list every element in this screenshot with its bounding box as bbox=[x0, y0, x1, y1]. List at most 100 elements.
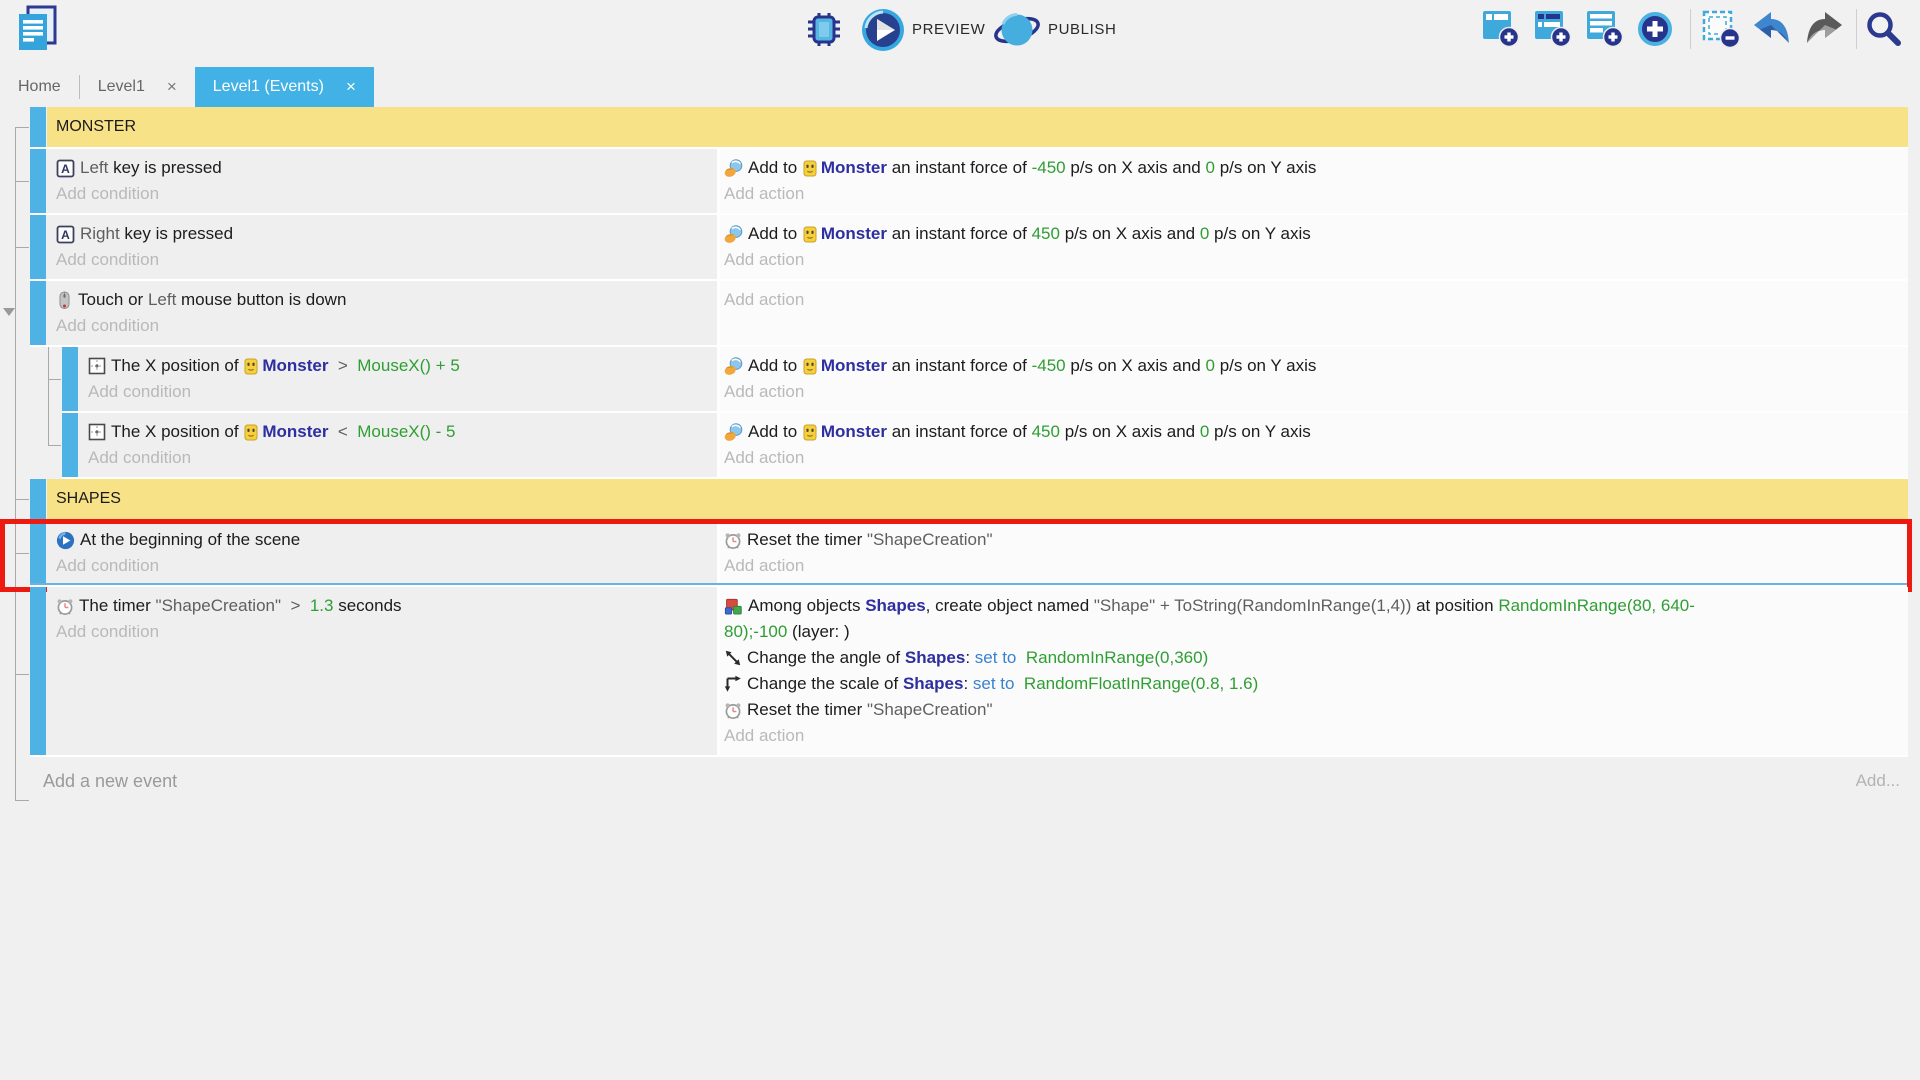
conditions-cell[interactable]: The X position of Monster > MouseX() + 5… bbox=[79, 347, 717, 411]
tab-home[interactable]: Home bbox=[0, 67, 79, 107]
collapse-triangle-icon[interactable] bbox=[3, 308, 15, 316]
add-action-button[interactable]: Add action bbox=[724, 247, 1900, 273]
placeholder-label: Add condition bbox=[56, 556, 159, 576]
add-condition-button[interactable]: Add condition bbox=[88, 379, 709, 405]
add-other-button[interactable] bbox=[1636, 10, 1674, 51]
text-segment: Right bbox=[80, 224, 120, 244]
add-action-button[interactable]: Add action bbox=[724, 287, 1900, 313]
debugger-button[interactable] bbox=[806, 11, 842, 50]
add-action-button[interactable]: Add action bbox=[724, 553, 1900, 579]
conditions-cell[interactable]: ARight key is pressedAdd condition bbox=[47, 215, 717, 279]
event-row[interactable]: ARight key is pressedAdd condition Add to… bbox=[30, 215, 1908, 281]
add-condition-button[interactable]: Add condition bbox=[56, 181, 709, 207]
text-segment: "ShapeCreation" bbox=[156, 596, 281, 616]
action-line[interactable]: Change the angle of Shapes: set to Rando… bbox=[724, 645, 1900, 671]
actions-cell[interactable]: Reset the timer "ShapeCreation"Add actio… bbox=[717, 521, 1908, 585]
monster-object-icon bbox=[803, 160, 817, 177]
add-event-icon bbox=[1482, 36, 1520, 51]
add-comment-icon bbox=[1586, 36, 1624, 51]
text-segment: an instant force of bbox=[887, 356, 1032, 376]
condition-line[interactable]: The X position of Monster < MouseX() - 5 bbox=[88, 419, 709, 445]
close-icon[interactable]: × bbox=[167, 77, 177, 97]
action-line[interactable]: Among objects Shapes, create object name… bbox=[724, 593, 1900, 619]
text-segment: > bbox=[281, 596, 310, 616]
action-line[interactable]: Add to Monster an instant force of -450 … bbox=[724, 353, 1900, 379]
condition-line[interactable]: The X position of Monster > MouseX() + 5 bbox=[88, 353, 709, 379]
event-row[interactable]: The X position of Monster < MouseX() - 5… bbox=[62, 413, 1908, 479]
actions-cell[interactable]: Add to Monster an instant force of 450 p… bbox=[717, 215, 1908, 279]
delete-selection-button[interactable] bbox=[1702, 10, 1740, 51]
text-segment: Monster bbox=[262, 422, 328, 442]
publish-button[interactable] bbox=[992, 8, 1042, 55]
text-segment: Add to bbox=[748, 158, 802, 178]
action-line[interactable]: Add to Monster an instant force of 450 p… bbox=[724, 419, 1900, 445]
add-condition-button[interactable]: Add condition bbox=[56, 619, 709, 645]
tab-level1-events[interactable]: Level1 (Events)× bbox=[195, 67, 374, 107]
placeholder-label: Add condition bbox=[88, 382, 191, 402]
add-condition-button[interactable]: Add condition bbox=[56, 313, 709, 339]
event-row[interactable]: The timer "ShapeCreation" > 1.3 secondsA… bbox=[30, 587, 1908, 757]
tree-stub bbox=[15, 247, 29, 248]
redo-button[interactable] bbox=[1804, 12, 1844, 49]
condition-line[interactable]: ALeft key is pressed bbox=[56, 155, 709, 181]
action-line[interactable]: Change the scale of Shapes: set to Rando… bbox=[724, 671, 1900, 697]
search-events-button[interactable] bbox=[1864, 10, 1902, 51]
text-segment: at position bbox=[1411, 596, 1498, 616]
actions-cell[interactable]: Among objects Shapes, create object name… bbox=[717, 587, 1908, 755]
project-manager-button[interactable] bbox=[16, 5, 58, 56]
group-bar[interactable]: SHAPES bbox=[47, 479, 1908, 519]
event-row[interactable]: The X position of Monster > MouseX() + 5… bbox=[62, 347, 1908, 413]
add-condition-button[interactable]: Add condition bbox=[88, 445, 709, 471]
event-row[interactable]: Touch or Left mouse button is downAdd co… bbox=[30, 281, 1908, 347]
group-row[interactable]: MONSTER bbox=[30, 107, 1908, 149]
condition-line[interactable]: At the beginning of the scene bbox=[56, 527, 709, 553]
group-row[interactable]: SHAPES bbox=[30, 479, 1908, 521]
add-action-button[interactable]: Add action bbox=[724, 723, 1900, 749]
tree-stub bbox=[48, 445, 61, 446]
conditions-cell[interactable]: ALeft key is pressedAdd condition bbox=[47, 149, 717, 213]
add-action-button[interactable]: Add action bbox=[724, 181, 1900, 207]
text-segment: The X position of bbox=[111, 422, 243, 442]
close-icon[interactable]: × bbox=[346, 77, 356, 97]
monster-object-icon bbox=[803, 358, 817, 375]
text-segment: 0 bbox=[1206, 356, 1215, 376]
conditions-cell[interactable]: The timer "ShapeCreation" > 1.3 secondsA… bbox=[47, 587, 717, 755]
position-icon bbox=[88, 423, 106, 441]
add-action-button[interactable]: Add action bbox=[724, 445, 1900, 471]
actions-cell[interactable]: Add to Monster an instant force of -450 … bbox=[717, 149, 1908, 213]
add-subevent-button[interactable] bbox=[1534, 10, 1572, 51]
action-line[interactable]: Reset the timer "ShapeCreation" bbox=[724, 697, 1900, 723]
tab-level1[interactable]: Level1× bbox=[80, 67, 195, 107]
placeholder-label: Add action bbox=[724, 448, 804, 468]
sheet-footer: Add a new event Add... bbox=[0, 771, 1908, 792]
conditions-cell[interactable]: The X position of Monster < MouseX() - 5… bbox=[79, 413, 717, 477]
add-event-button[interactable] bbox=[1482, 10, 1520, 51]
preview-button[interactable] bbox=[860, 7, 906, 56]
add-condition-button[interactable]: Add condition bbox=[56, 247, 709, 273]
actions-cell[interactable]: Add to Monster an instant force of -450 … bbox=[717, 347, 1908, 411]
actions-cell[interactable]: Add to Monster an instant force of 450 p… bbox=[717, 413, 1908, 477]
add-comment-button[interactable] bbox=[1586, 10, 1624, 51]
action-line[interactable]: Add to Monster an instant force of -450 … bbox=[724, 155, 1900, 181]
actions-cell[interactable]: Add action bbox=[717, 281, 1908, 345]
condition-line[interactable]: The timer "ShapeCreation" > 1.3 seconds bbox=[56, 593, 709, 619]
event-marker bbox=[30, 149, 46, 213]
add-condition-button[interactable]: Add condition bbox=[56, 553, 709, 579]
text-segment: Add to bbox=[748, 422, 802, 442]
event-row[interactable]: At the beginning of the scene Add conditi… bbox=[30, 521, 1908, 587]
condition-line[interactable]: ARight key is pressed bbox=[56, 221, 709, 247]
add-new-event-button[interactable]: Add a new event bbox=[43, 771, 177, 792]
add-more-button[interactable]: Add... bbox=[1856, 771, 1900, 792]
condition-line[interactable]: Touch or Left mouse button is down bbox=[56, 287, 709, 313]
add-action-button[interactable]: Add action bbox=[724, 379, 1900, 405]
conditions-cell[interactable]: Touch or Left mouse button is downAdd co… bbox=[47, 281, 717, 345]
action-line[interactable]: 80);-100 (layer: ) bbox=[724, 619, 1900, 645]
group-bar[interactable]: MONSTER bbox=[47, 107, 1908, 147]
action-line[interactable]: Add to Monster an instant force of 450 p… bbox=[724, 221, 1900, 247]
event-row[interactable]: ALeft key is pressedAdd condition Add to … bbox=[30, 149, 1908, 215]
conditions-cell[interactable]: At the beginning of the scene Add conditi… bbox=[47, 521, 717, 585]
action-line[interactable]: Reset the timer "ShapeCreation" bbox=[724, 527, 1900, 553]
text-segment: Shapes bbox=[903, 674, 963, 694]
placeholder-label: Add action bbox=[724, 726, 804, 746]
undo-button[interactable] bbox=[1752, 12, 1792, 49]
